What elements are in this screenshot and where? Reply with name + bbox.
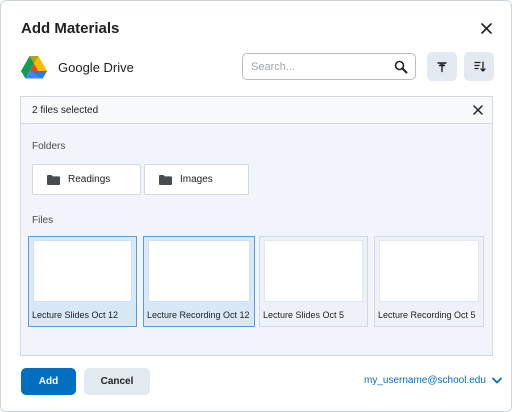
file-thumbnail xyxy=(33,240,132,302)
chevron-down-icon xyxy=(491,377,502,384)
files-heading: Files xyxy=(32,215,54,226)
folder-images[interactable]: Images xyxy=(144,164,249,195)
provider-header: Google Drive xyxy=(21,53,134,81)
file-card-lecture-recording-oct-12[interactable]: Lecture Recording Oct 12 xyxy=(143,236,255,327)
file-card-lecture-slides-oct-12[interactable]: Lecture Slides Oct 12 xyxy=(28,236,137,327)
filter-button[interactable] xyxy=(427,52,457,81)
account-email: my_username@school.edu xyxy=(364,375,486,386)
folder-readings[interactable]: Readings xyxy=(32,164,141,195)
provider-name: Google Drive xyxy=(58,59,134,75)
clear-selection-button[interactable] xyxy=(470,102,486,118)
close-icon xyxy=(480,22,492,34)
folders-heading: Folders xyxy=(32,141,66,152)
search-icon[interactable] xyxy=(394,60,408,74)
dialog-title: Add Materials xyxy=(21,20,120,37)
sort-button[interactable] xyxy=(464,52,494,81)
file-label: Lecture Slides Oct 12 xyxy=(32,310,119,320)
file-label: Lecture Slides Oct 5 xyxy=(263,310,345,320)
folder-label: Images xyxy=(180,174,213,185)
search-input[interactable]: Search... xyxy=(242,53,416,80)
cancel-button[interactable]: Cancel xyxy=(84,368,150,395)
file-label: Lecture Recording Oct 12 xyxy=(147,310,250,320)
file-browser-panel: 2 files selected Folders Readings Images… xyxy=(20,96,493,356)
selection-count: 2 files selected xyxy=(32,105,99,116)
add-button[interactable]: Add xyxy=(21,368,76,395)
folder-label: Readings xyxy=(68,174,111,185)
filter-icon xyxy=(437,61,447,72)
file-card-lecture-recording-oct-5[interactable]: Lecture Recording Oct 5 xyxy=(374,236,484,327)
folder-icon xyxy=(47,174,60,185)
file-card-lecture-slides-oct-5[interactable]: Lecture Slides Oct 5 xyxy=(259,236,368,327)
file-thumbnail xyxy=(148,240,250,302)
search-placeholder[interactable]: Search... xyxy=(251,61,295,73)
account-switcher[interactable]: my_username@school.edu xyxy=(364,375,502,386)
file-thumbnail xyxy=(379,240,479,302)
folder-icon xyxy=(159,174,172,185)
file-thumbnail xyxy=(264,240,363,302)
sort-icon xyxy=(473,61,486,72)
close-icon xyxy=(473,105,483,115)
close-dialog-button[interactable] xyxy=(477,19,495,37)
file-label: Lecture Recording Oct 5 xyxy=(378,310,476,320)
selection-bar: 2 files selected xyxy=(21,97,492,124)
add-materials-dialog: Add Materials Google Drive Search... 2 f… xyxy=(0,0,512,412)
google-drive-logo xyxy=(21,56,47,79)
